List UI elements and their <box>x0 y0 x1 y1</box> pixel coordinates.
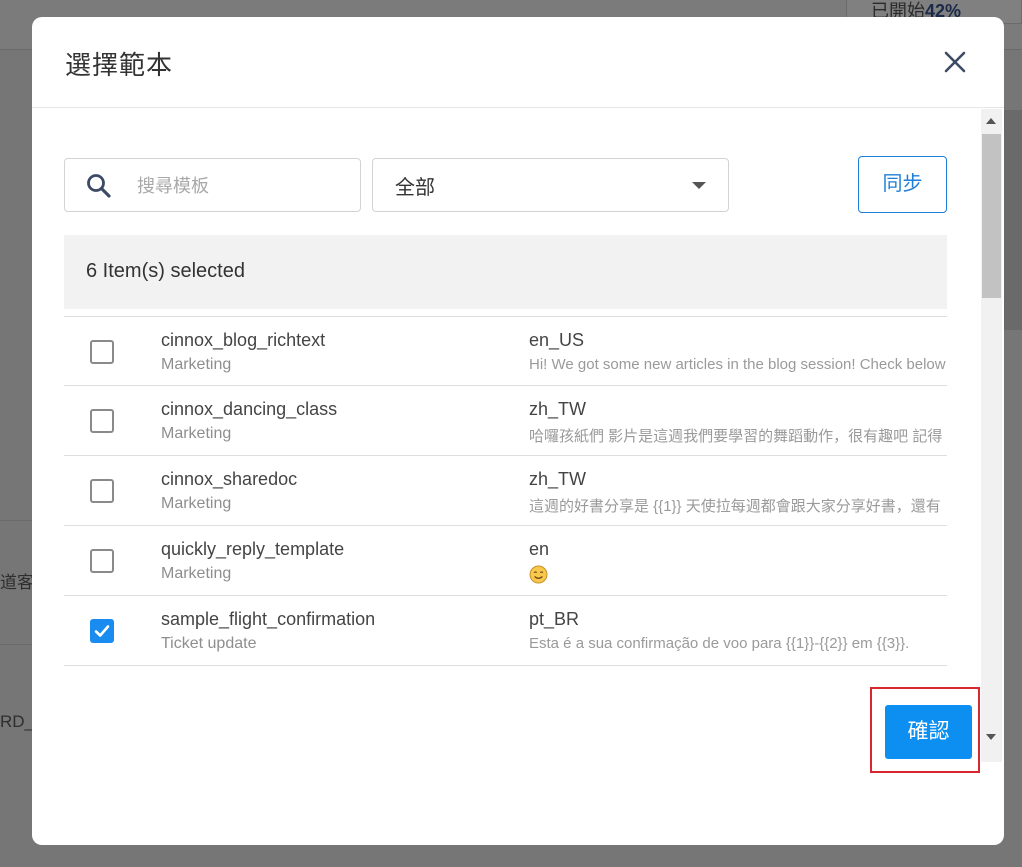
template-name: cinnox_dancing_class <box>161 399 338 419</box>
template-checkbox[interactable] <box>90 340 114 364</box>
dialog-header: 選擇範本 <box>32 17 1004 108</box>
checkmark-icon <box>94 625 110 637</box>
search-icon <box>85 172 113 200</box>
template-checkbox[interactable] <box>90 549 114 573</box>
template-row[interactable]: cinnox_sharedoc Marketing zh_TW 這週的好書分享是… <box>64 456 947 526</box>
template-row[interactable]: sample_flight_confirmation Ticket update… <box>64 596 947 666</box>
template-language: en_US <box>529 330 585 350</box>
template-row[interactable]: cinnox_dancing_class Marketing zh_TW 哈囉孩… <box>64 386 947 456</box>
template-preview: Esta é a sua confirmação de voo para {{1… <box>529 635 910 652</box>
smiling-face-emoji-icon <box>529 565 548 584</box>
background-text: 道客 <box>0 573 34 592</box>
scrollbar-thumb[interactable] <box>982 134 1001 298</box>
template-preview: 哈囉孩紙們 影片是這週我們要學習的舞蹈動作，很有趣吧 記得 <box>529 428 943 445</box>
chevron-down-icon <box>692 182 706 189</box>
template-name: quickly_reply_template <box>161 539 345 559</box>
template-checkbox[interactable] <box>90 479 114 503</box>
search-input[interactable] <box>137 173 347 199</box>
template-category: Marketing <box>161 565 232 582</box>
select-template-dialog: 選擇範本 全部 同步 6 Item(s) selected <box>32 17 1004 845</box>
confirm-button[interactable]: 確認 <box>885 705 972 759</box>
template-row[interactable]: cinnox_blog_richtext Marketing en_US Hi!… <box>64 316 947 386</box>
background-text: RD_ <box>0 712 35 731</box>
template-category: Marketing <box>161 425 232 442</box>
template-name: sample_flight_confirmation <box>161 609 376 629</box>
template-category: Marketing <box>161 356 232 373</box>
close-icon[interactable] <box>940 47 970 77</box>
template-language: pt_BR <box>529 609 580 629</box>
template-language: zh_TW <box>529 469 587 489</box>
category-filter-select[interactable]: 全部 <box>372 158 729 212</box>
template-checkbox[interactable] <box>90 409 114 433</box>
template-preview <box>529 565 947 585</box>
scroll-down-arrow-icon[interactable] <box>986 734 996 740</box>
template-preview: Hi! We got some new articles in the blog… <box>529 356 946 373</box>
sync-button[interactable]: 同步 <box>858 156 947 213</box>
selection-count: 6 Item(s) selected <box>86 260 245 282</box>
template-preview: 這週的好書分享是 {{1}} 天使拉每週都會跟大家分享好書，還有 <box>529 498 941 515</box>
dialog-title: 選擇範本 <box>65 50 174 80</box>
template-category: Marketing <box>161 495 232 512</box>
scroll-up-arrow-icon[interactable] <box>986 118 996 124</box>
template-name: cinnox_sharedoc <box>161 469 298 489</box>
search-box[interactable] <box>64 158 361 212</box>
dialog-body: 全部 同步 6 Item(s) selected cinnox_blog_ric… <box>32 109 980 845</box>
filter-selected-value: 全部 <box>395 177 435 199</box>
template-list: cinnox_blog_richtext Marketing en_US Hi!… <box>64 316 947 668</box>
background-panel <box>1004 110 1022 330</box>
template-checkbox-checked[interactable] <box>90 619 114 643</box>
template-row[interactable]: quickly_reply_template Marketing en <box>64 526 947 596</box>
dialog-scrollbar[interactable] <box>981 109 1002 762</box>
template-language: zh_TW <box>529 399 587 419</box>
template-language: en <box>529 539 550 559</box>
selection-summary-bar: 6 Item(s) selected <box>64 235 947 309</box>
template-category: Ticket update <box>161 635 257 652</box>
template-name: cinnox_blog_richtext <box>161 330 326 350</box>
